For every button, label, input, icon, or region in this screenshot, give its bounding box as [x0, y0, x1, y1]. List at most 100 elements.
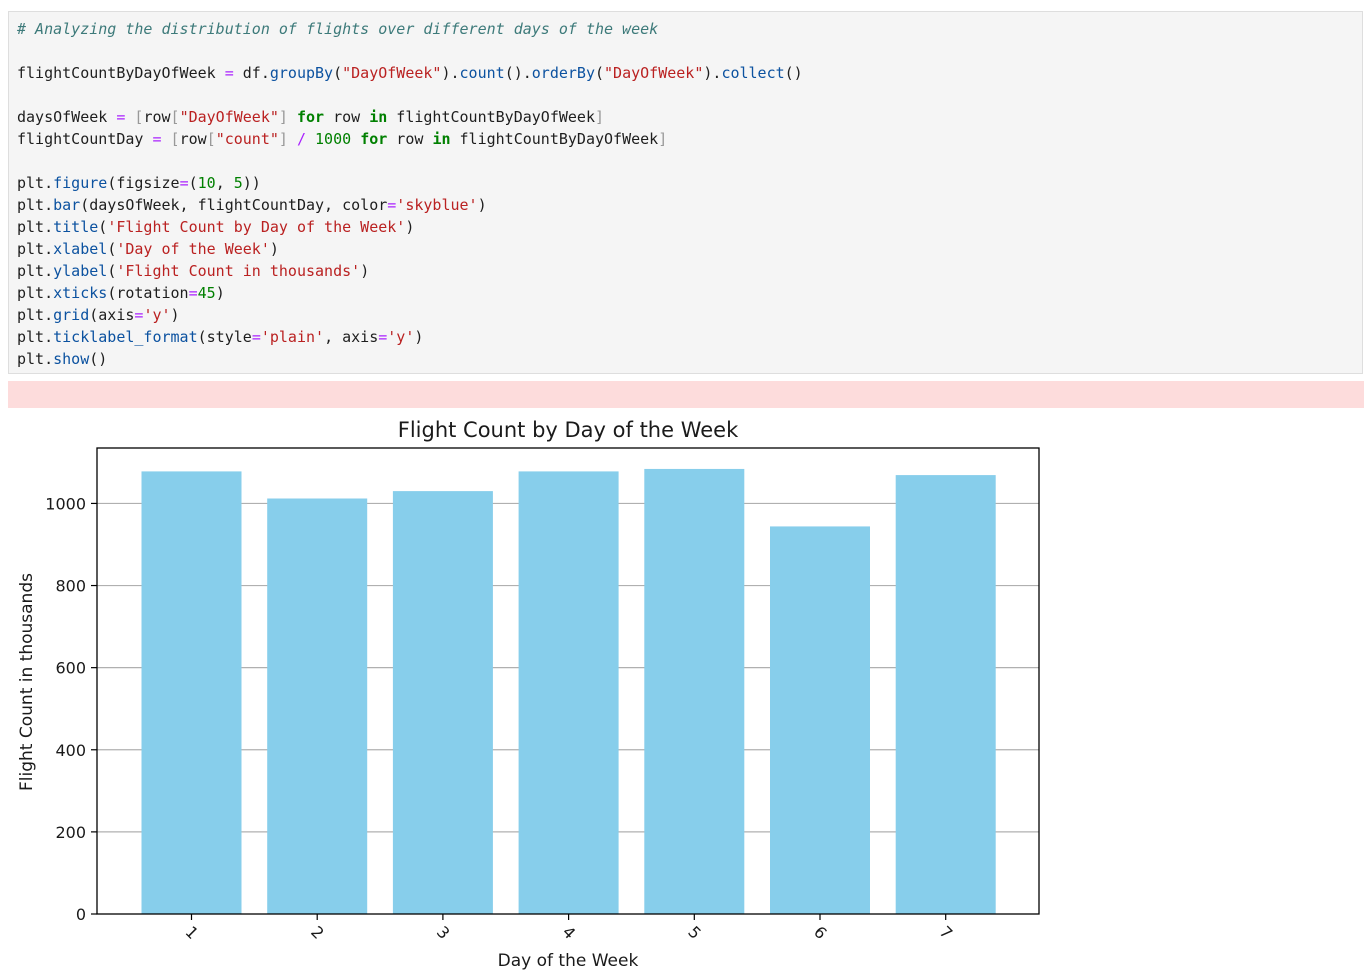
x-tick-label: 3 — [433, 922, 454, 943]
code-token: plt. — [17, 218, 54, 236]
code-token: flightCountByDayOfWeek — [450, 130, 659, 148]
code-token: ( — [107, 240, 117, 258]
code-line: plt.ylabel('Flight Count in thousands') — [17, 262, 369, 280]
bar-day-2 — [267, 498, 368, 914]
y-tick-label: 0 — [76, 905, 86, 924]
chart-output: 0 200 400 600 800 1000 1 2 3 4 5 6 7 Flight Count by… — [0, 410, 1060, 974]
bar-day-5 — [644, 468, 745, 914]
y-tick-label: 600 — [55, 659, 86, 678]
code-token: 'Flight Count in thousands' — [116, 262, 361, 280]
code-token: grid — [53, 306, 90, 324]
code-token: # Analyzing the distribution of flights … — [17, 20, 659, 38]
x-tick-label: 6 — [810, 922, 831, 943]
code-token: plt. — [17, 174, 54, 192]
bar-day-3 — [392, 491, 493, 914]
chart-title: Flight Count by Day of the Week — [398, 418, 739, 442]
code-token: "DayOfWeek" — [604, 64, 704, 82]
code-token: ) — [414, 328, 424, 346]
code-line: plt.grid(axis='y') — [17, 306, 180, 324]
code-token: plt. — [17, 328, 54, 346]
code-token: [ — [170, 108, 180, 126]
code-token: 'y' — [387, 328, 415, 346]
code-token: [ — [170, 130, 180, 148]
code-token: = — [188, 284, 198, 302]
x-axis-label: Day of the Week — [498, 951, 639, 971]
y-tick-label: 400 — [55, 741, 86, 760]
code-token: row — [143, 108, 171, 126]
code-token: = — [152, 130, 162, 148]
bar-day-7 — [895, 475, 996, 914]
code-token: = — [378, 328, 388, 346]
code-token: plt. — [17, 284, 54, 302]
code-token: ] — [595, 108, 605, 126]
code-token: = — [251, 328, 261, 346]
code-token: row — [324, 108, 370, 126]
code-token: 'plain' — [260, 328, 325, 346]
code-token: ( — [98, 218, 108, 236]
bar-day-6 — [770, 526, 870, 914]
code-token: 'skyblue' — [396, 196, 478, 214]
code-token: = — [224, 64, 234, 82]
y-tick-label: 800 — [55, 577, 86, 596]
code-token: ) — [269, 240, 279, 258]
stderr-output-area — [8, 381, 1364, 408]
code-token: ylabel — [53, 262, 108, 280]
code-token: [ — [206, 130, 216, 148]
code-token: for — [360, 130, 388, 148]
code-token: plt. — [17, 196, 54, 214]
code-line: plt.bar(daysOfWeek, flightCountDay, colo… — [17, 196, 487, 214]
code-token: = — [387, 196, 397, 214]
code-token: 5 — [233, 174, 243, 192]
code-token: (style — [197, 328, 252, 346]
code-token: ( — [107, 262, 117, 280]
code-token: () — [89, 350, 108, 368]
code-token: xlabel — [53, 240, 108, 258]
code-token: "count" — [215, 130, 279, 148]
code-token: 'Flight Count by Day of the Week' — [107, 218, 406, 236]
code-cell[interactable]: # Analyzing the distribution of flights … — [8, 11, 1363, 374]
code-line: flightCountDay = [row["count"] / 1000 fo… — [17, 130, 667, 148]
code-token: ( — [188, 174, 198, 192]
code-token: 'y' — [143, 306, 171, 324]
code-token: in — [369, 108, 388, 126]
code-token: orderBy — [531, 64, 595, 82]
code-token: in — [432, 130, 451, 148]
code-token: groupBy — [269, 64, 334, 82]
code-token: count — [459, 64, 505, 82]
code-token: plt. — [17, 350, 54, 368]
bar-day-1 — [141, 471, 242, 914]
code-token: (figsize — [107, 174, 180, 192]
code-line: plt.figure(figsize=(10, 5)) — [17, 174, 261, 192]
code-token: plt. — [17, 262, 54, 280]
code-token: (). — [504, 64, 532, 82]
code-token: ) — [477, 196, 487, 214]
x-tick-label: 1 — [182, 922, 203, 943]
code-token: df. — [233, 64, 270, 82]
code-token: ) — [170, 306, 180, 324]
code-token: show — [53, 350, 90, 368]
code-token: "DayOfWeek" — [342, 64, 442, 82]
code-line: plt.xlabel('Day of the Week') — [17, 240, 279, 258]
code-token: ) — [405, 218, 415, 236]
code-token: title — [53, 218, 99, 236]
code-token: )) — [242, 174, 261, 192]
code-token: / — [296, 130, 306, 148]
code-line: plt.ticklabel_format(style='plain', axis… — [17, 328, 423, 346]
code-token: ). — [703, 64, 722, 82]
x-tick-label: 5 — [684, 922, 705, 943]
code-token: bar — [53, 196, 81, 214]
code-line: plt.title('Flight Count by Day of the We… — [17, 218, 414, 236]
code-line: plt.show() — [17, 350, 107, 368]
code-token: ) — [215, 284, 225, 302]
code-token: (daysOfWeek, flightCountDay, color — [80, 196, 388, 214]
y-axis-label: Flight Count in thousands — [17, 573, 37, 791]
y-tick-label: 200 — [55, 823, 86, 842]
code-token: , axis — [324, 328, 379, 346]
code-token: daysOfWeek — [17, 108, 117, 126]
bar-day-4 — [518, 471, 619, 914]
code-token: (rotation — [107, 284, 189, 302]
